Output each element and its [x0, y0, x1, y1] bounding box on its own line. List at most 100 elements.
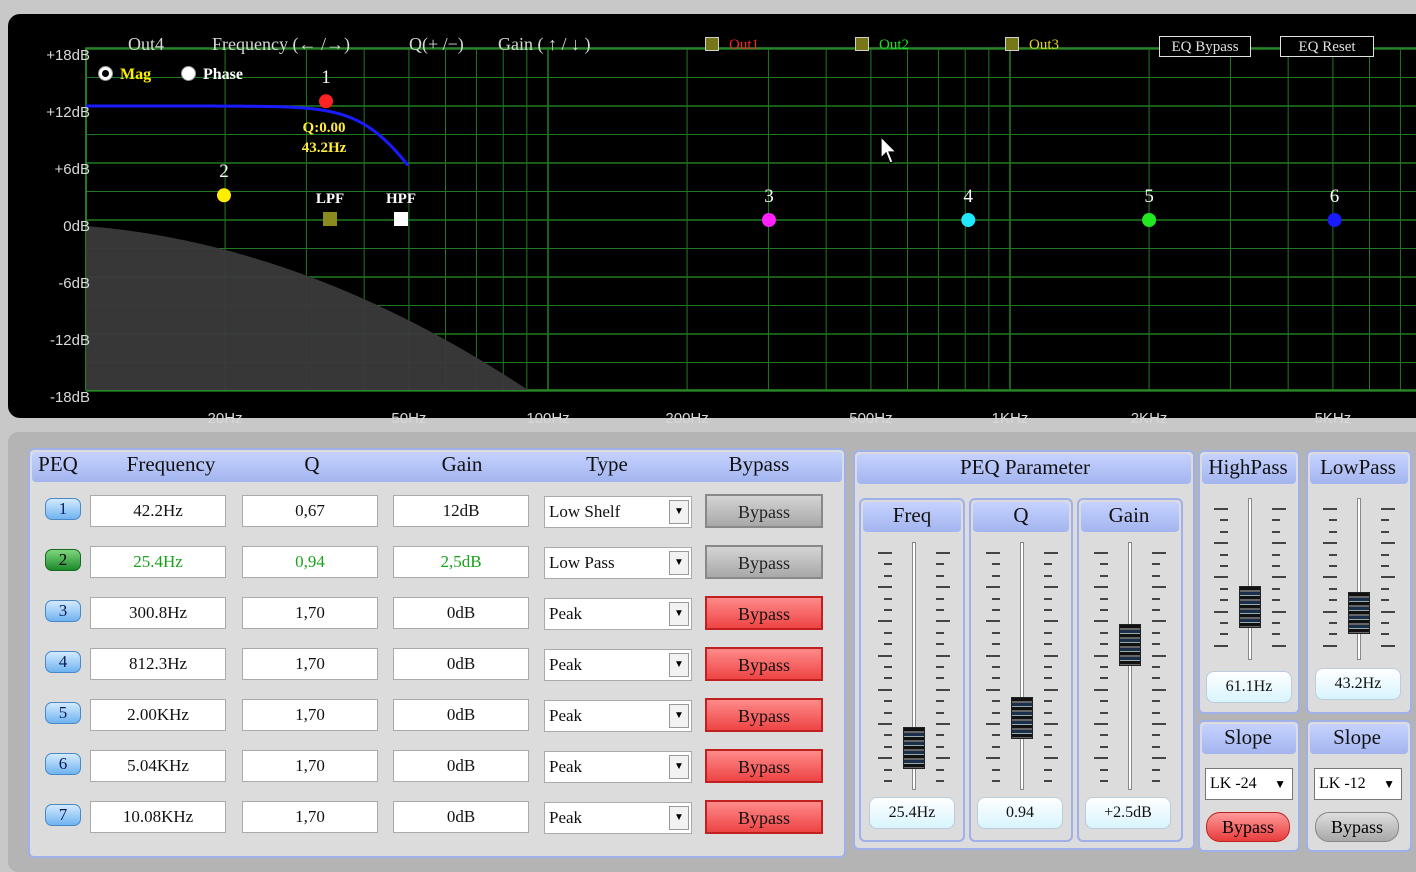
q-field[interactable]: 0,94 — [242, 546, 378, 578]
phase-radio[interactable]: Phase — [181, 66, 243, 84]
lpf-marker[interactable] — [323, 212, 337, 226]
gain-slider-knob[interactable] — [1119, 624, 1141, 667]
eq-reset-button[interactable]: EQ Reset — [1280, 36, 1374, 57]
peq-row-select-button[interactable]: 4 — [45, 651, 81, 673]
peq-row-select-button[interactable]: 5 — [45, 702, 81, 724]
gain-field[interactable]: 0dB — [393, 597, 529, 629]
gain-field[interactable]: 0dB — [393, 699, 529, 731]
q-field[interactable]: 1,70 — [242, 750, 378, 782]
scale-tick — [1214, 576, 1228, 579]
eq-point-2[interactable] — [217, 188, 231, 203]
frequency-field[interactable]: 300.8Hz — [90, 597, 226, 629]
eq-point-5[interactable] — [1142, 213, 1157, 227]
eq-point-4[interactable] — [961, 213, 976, 227]
mouse-cursor-icon — [880, 136, 898, 164]
bypass-button[interactable]: Bypass — [705, 698, 823, 732]
filter-type-select[interactable]: Peak ▼ — [544, 598, 692, 630]
scale-tick — [884, 711, 892, 714]
scale-tick — [1329, 587, 1337, 590]
highpass-slope-select[interactable]: LK -24 ▼ — [1205, 768, 1293, 800]
scale-tick — [936, 734, 944, 737]
q-slider-knob[interactable] — [1011, 696, 1033, 739]
scale-tick — [1100, 734, 1108, 737]
q-slider-track[interactable] — [1020, 542, 1024, 790]
scale-tick — [1044, 574, 1052, 577]
scale-tick — [936, 643, 944, 646]
y-tick-label: +6dB — [54, 161, 90, 178]
gain-field[interactable]: 0dB — [393, 750, 529, 782]
filter-type-select[interactable]: Peak ▼ — [544, 802, 692, 834]
gain-field[interactable]: 12dB — [393, 495, 529, 527]
eq-point-3[interactable] — [761, 213, 776, 227]
scale-tick — [1381, 576, 1395, 579]
filter-type-select[interactable]: Peak ▼ — [544, 649, 692, 681]
scale-tick — [878, 757, 892, 760]
mag-radio[interactable]: Mag — [98, 66, 151, 84]
peq-row-select-button[interactable]: 2 — [45, 549, 81, 571]
q-field[interactable]: 0,67 — [242, 495, 378, 527]
frequency-field[interactable]: 10.08KHz — [90, 801, 226, 833]
y-tick-label: -18dB — [49, 389, 90, 406]
peq-row-select-button[interactable]: 1 — [45, 498, 81, 520]
scale-tick — [992, 631, 1000, 634]
bypass-button[interactable]: Bypass — [705, 749, 823, 783]
y-tick-label: 0dB — [63, 218, 90, 235]
scale-tick — [884, 563, 892, 566]
freq-slider-knob[interactable] — [903, 727, 925, 770]
bypass-button[interactable]: Bypass — [705, 647, 823, 681]
highpass-slope-title: Slope — [1224, 725, 1272, 749]
filter-type-select[interactable]: Peak ▼ — [544, 751, 692, 783]
gain-field[interactable]: 2,5dB — [393, 546, 529, 578]
link-out3-checkbox[interactable] — [1005, 37, 1019, 51]
scale-tick — [936, 757, 950, 760]
scale-tick — [1220, 565, 1228, 567]
q-field[interactable]: 1,70 — [242, 801, 378, 833]
highpass-slider-track[interactable] — [1248, 498, 1252, 660]
frequency-field[interactable]: 2.00KHz — [90, 699, 226, 731]
highpass-bypass-button[interactable]: Bypass — [1206, 812, 1290, 842]
link-out1-checkbox[interactable] — [705, 37, 719, 51]
peq-row-select-button[interactable]: 3 — [45, 600, 81, 622]
scale-tick — [1381, 633, 1389, 636]
scale-tick — [1214, 644, 1228, 647]
scale-tick — [986, 757, 1000, 760]
q-field[interactable]: 1,70 — [242, 597, 378, 629]
gain-field[interactable]: 0dB — [393, 801, 529, 833]
frequency-field[interactable]: 25.4Hz — [90, 546, 226, 578]
scale-tick — [1044, 666, 1052, 668]
frequency-field[interactable]: 812.3Hz — [90, 648, 226, 680]
bypass-button[interactable]: Bypass — [705, 545, 823, 579]
link-out2-checkbox[interactable] — [855, 37, 869, 51]
scale-tick — [1381, 519, 1389, 522]
hpf-marker[interactable] — [394, 212, 408, 226]
q-field[interactable]: 1,70 — [242, 648, 378, 680]
highpass-slider-knob[interactable] — [1239, 585, 1261, 628]
frequency-field[interactable]: 42.2Hz — [90, 495, 226, 527]
peq-row-select-button[interactable]: 6 — [45, 753, 81, 775]
eq-point-1[interactable] — [319, 94, 333, 109]
scale-tick — [936, 620, 950, 623]
peq-row-select-button[interactable]: 7 — [45, 804, 81, 826]
bypass-button[interactable]: Bypass — [705, 596, 823, 630]
filter-type-select[interactable]: Low Shelf ▼ — [544, 496, 692, 528]
lowpass-bypass-button[interactable]: Bypass — [1315, 812, 1399, 842]
frequency-field[interactable]: 5.04KHz — [90, 750, 226, 782]
eq-point-6[interactable] — [1327, 213, 1342, 227]
q-field[interactable]: 1,70 — [242, 699, 378, 731]
bypass-button[interactable]: Bypass — [705, 800, 823, 834]
scale-tick — [878, 552, 892, 554]
lowpass-slider-knob[interactable] — [1348, 591, 1370, 634]
dropdown-arrow-icon: ▼ — [669, 653, 689, 677]
filter-type-select[interactable]: Low Pass ▼ — [544, 547, 692, 579]
filter-type-select[interactable]: Peak ▼ — [544, 700, 692, 732]
lowpass-slider-track[interactable] — [1357, 498, 1361, 660]
scale-tick — [1381, 610, 1395, 613]
scale-tick — [884, 597, 892, 600]
lowpass-slope-select[interactable]: LK -12 ▼ — [1314, 768, 1402, 800]
gain-field[interactable]: 0dB — [393, 648, 529, 680]
bypass-button[interactable]: Bypass — [705, 494, 823, 528]
scale-tick — [1044, 711, 1052, 714]
radio-empty-icon — [181, 66, 196, 81]
scale-tick — [1381, 530, 1389, 533]
eq-bypass-button[interactable]: EQ Bypass — [1159, 36, 1251, 57]
